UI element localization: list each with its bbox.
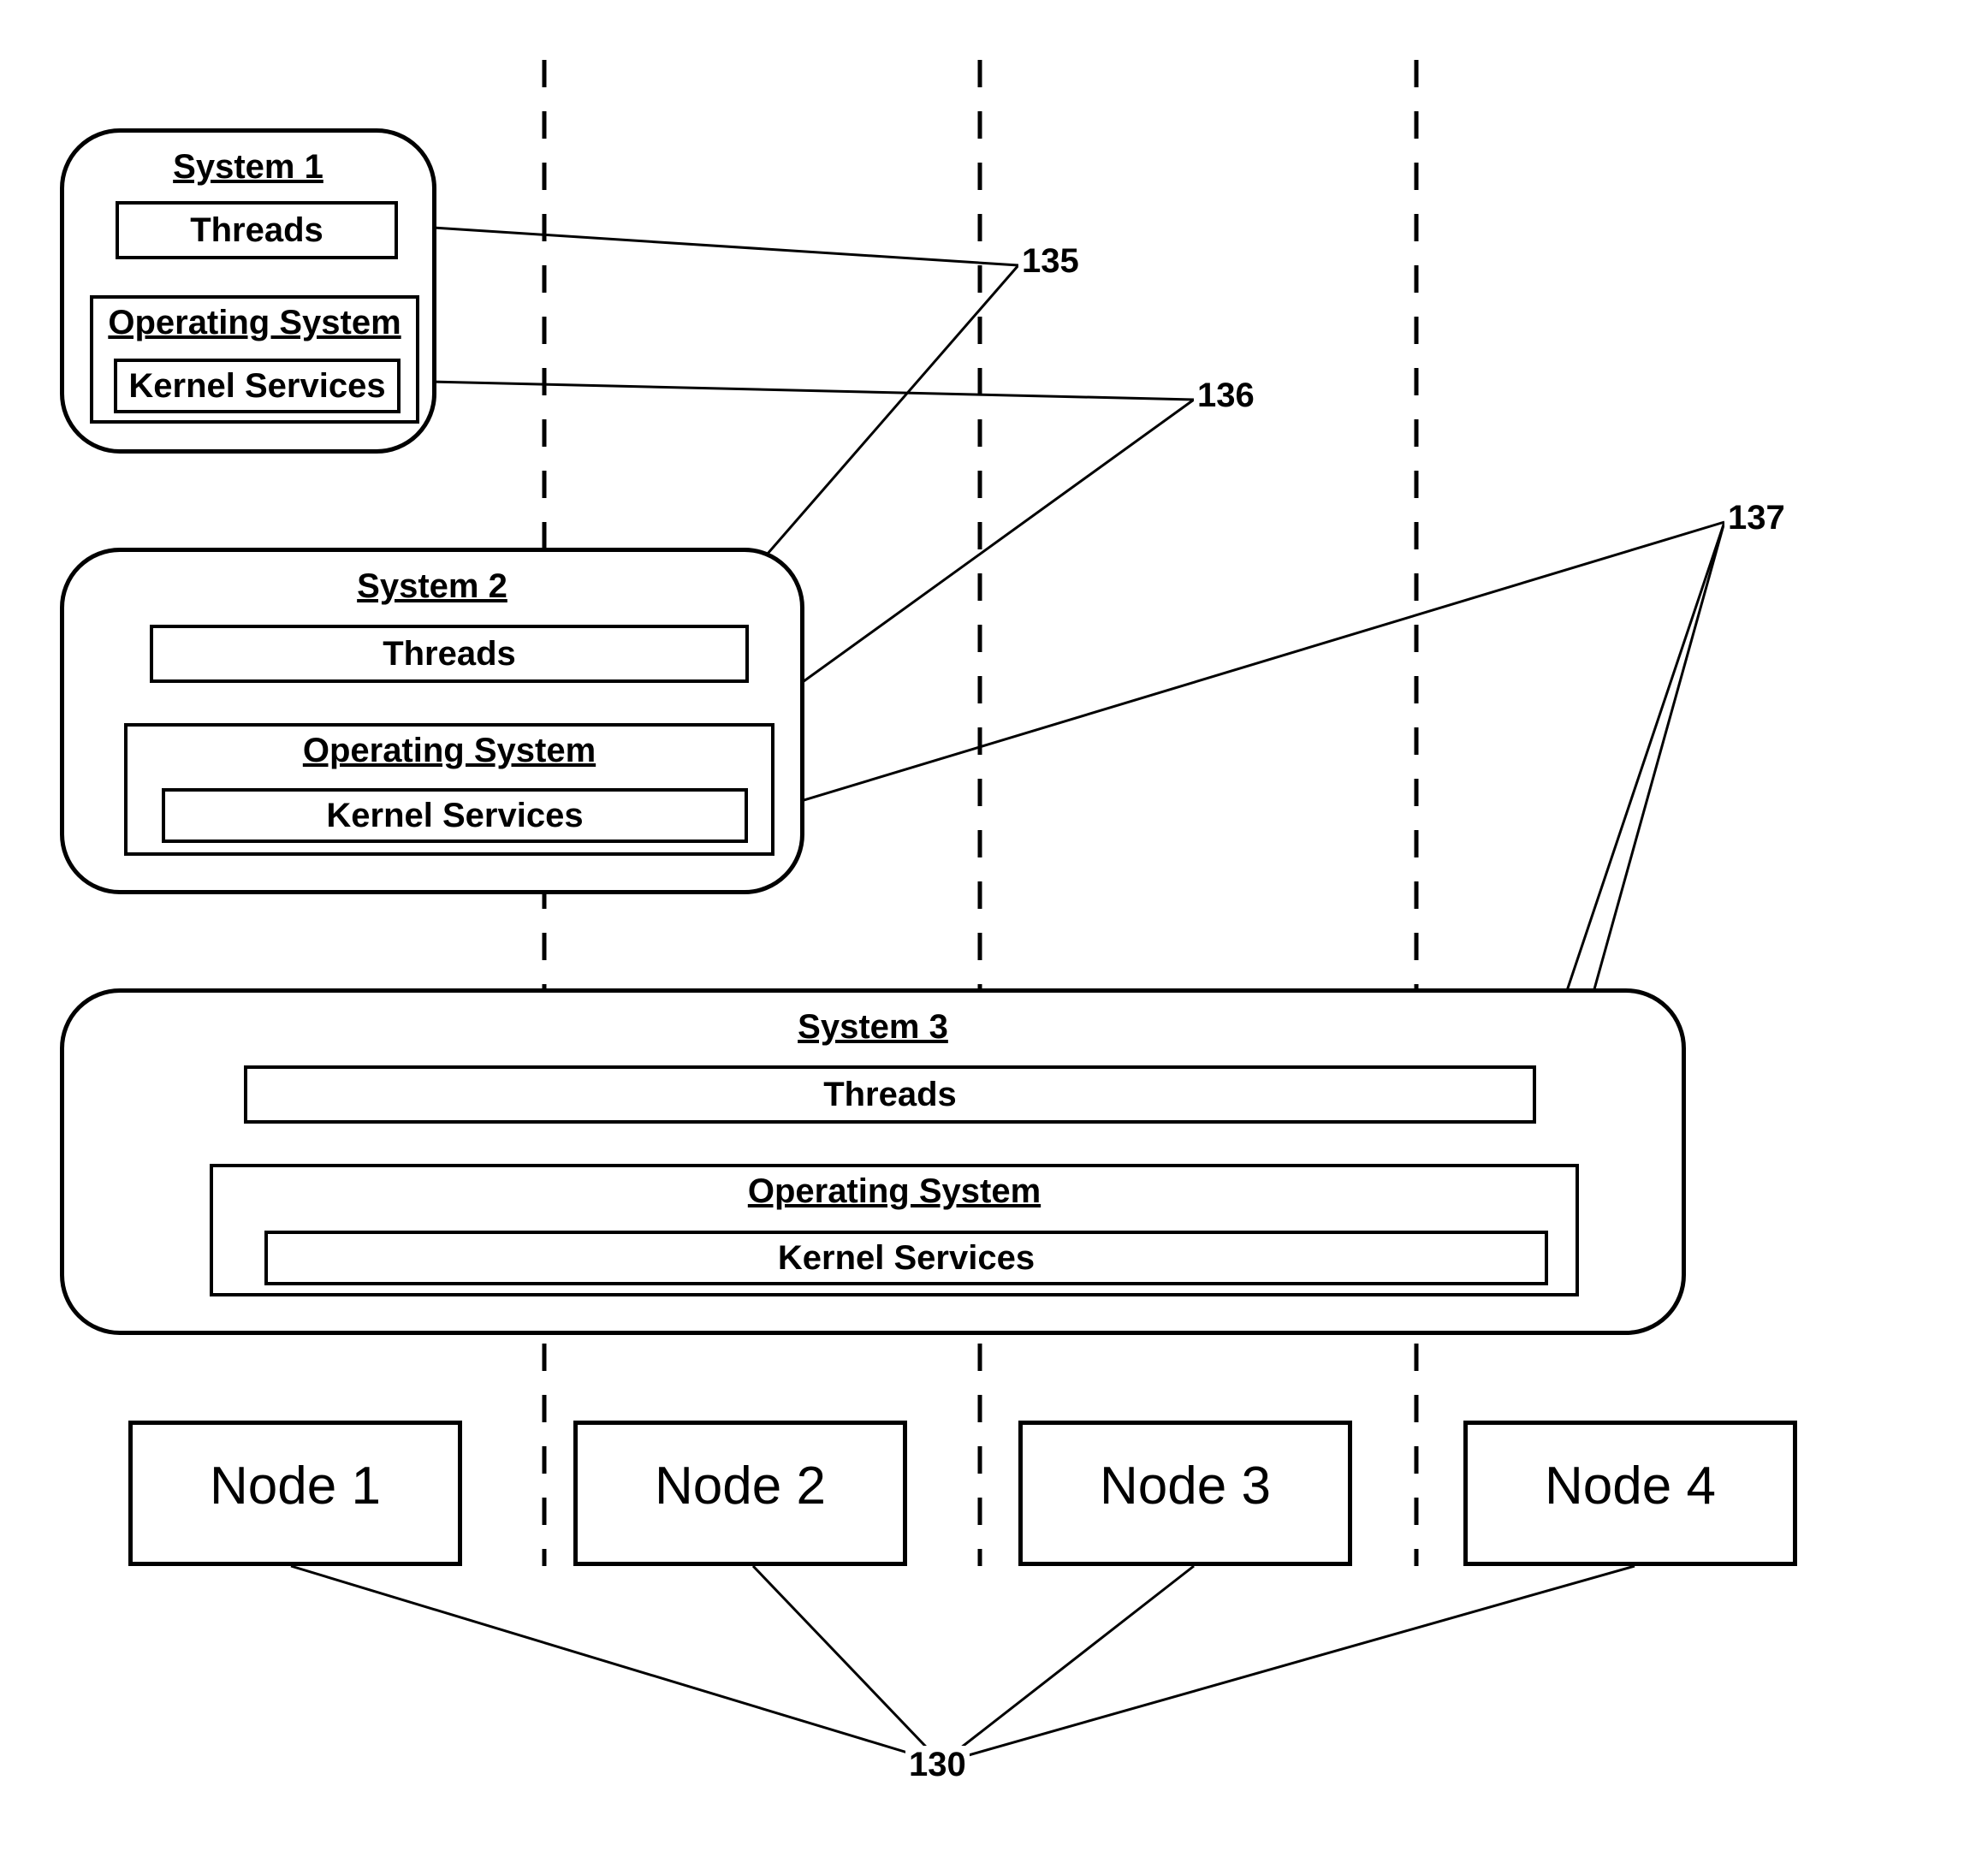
ref-136: 136 <box>1194 377 1258 415</box>
system-1-title: System 1 <box>64 133 432 187</box>
system-2-title: System 2 <box>64 552 800 606</box>
ref-135: 135 <box>1018 242 1083 281</box>
system-3-os-title: Operating System <box>213 1167 1576 1211</box>
system-3-os: Operating System Kernel Services <box>210 1164 1579 1296</box>
system-1: System 1 Threads Operating System Kernel… <box>60 128 436 454</box>
node-4: Node 4 <box>1463 1421 1797 1566</box>
system-2-kernel: Kernel Services <box>162 788 748 843</box>
system-3-kernel: Kernel Services <box>264 1231 1548 1285</box>
diagram-canvas: System 1 Threads Operating System Kernel… <box>0 0 1988 1857</box>
system-2: System 2 Threads Operating System Kernel… <box>60 548 804 894</box>
ref-130: 130 <box>905 1746 970 1784</box>
system-2-threads: Threads <box>150 625 749 683</box>
system-3-title: System 3 <box>64 993 1682 1047</box>
system-2-os: Operating System Kernel Services <box>124 723 774 856</box>
system-1-threads: Threads <box>116 201 398 259</box>
system-3-threads: Threads <box>244 1065 1536 1124</box>
system-3: System 3 Threads Operating System Kernel… <box>60 988 1686 1335</box>
ref-137: 137 <box>1724 499 1789 537</box>
node-2: Node 2 <box>573 1421 907 1566</box>
system-1-os-title: Operating System <box>93 299 416 342</box>
system-2-os-title: Operating System <box>128 727 771 770</box>
node-3: Node 3 <box>1018 1421 1352 1566</box>
node-1: Node 1 <box>128 1421 462 1566</box>
system-1-os: Operating System Kernel Services <box>90 295 419 424</box>
system-1-kernel: Kernel Services <box>114 359 401 413</box>
